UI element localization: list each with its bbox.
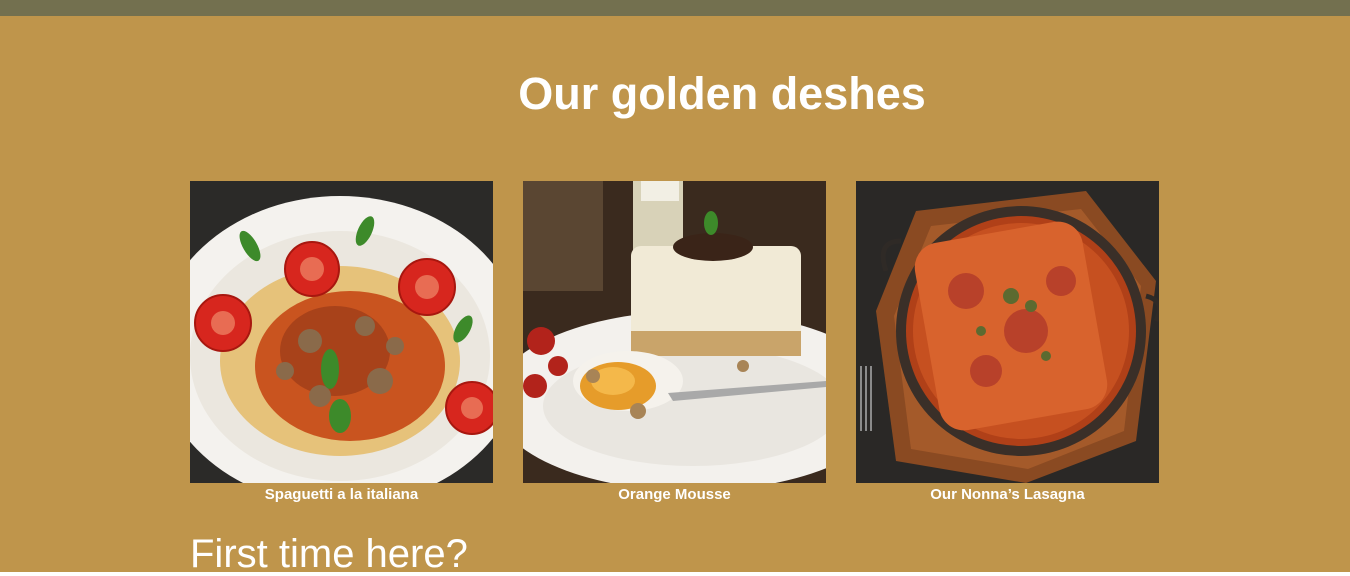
dish-name: Our Nonna’s Lasagna [930, 486, 1085, 503]
dish-card-spaghetti[interactable]: Spaguetti a la italiana [190, 181, 493, 503]
section-title: Our golden deshes [518, 68, 926, 119]
dish-name: Orange Mousse [618, 486, 731, 503]
golden-dishes-section: Our golden deshes Spaguetti a la italian… [0, 16, 1350, 572]
lasagna-photo[interactable] [856, 181, 1159, 483]
first-time-heading: First time here? [190, 532, 468, 572]
dish-card-lasagna[interactable]: Our Nonna’s Lasagna [856, 181, 1159, 503]
dish-name: Spaguetti a la italiana [264, 486, 419, 503]
top-bar [0, 0, 1350, 16]
spaghetti-photo[interactable] [190, 181, 493, 483]
bottom-edge [0, 572, 1350, 576]
mousse-photo[interactable] [523, 181, 826, 483]
dish-card-mousse[interactable]: Orange Mousse [523, 181, 826, 503]
